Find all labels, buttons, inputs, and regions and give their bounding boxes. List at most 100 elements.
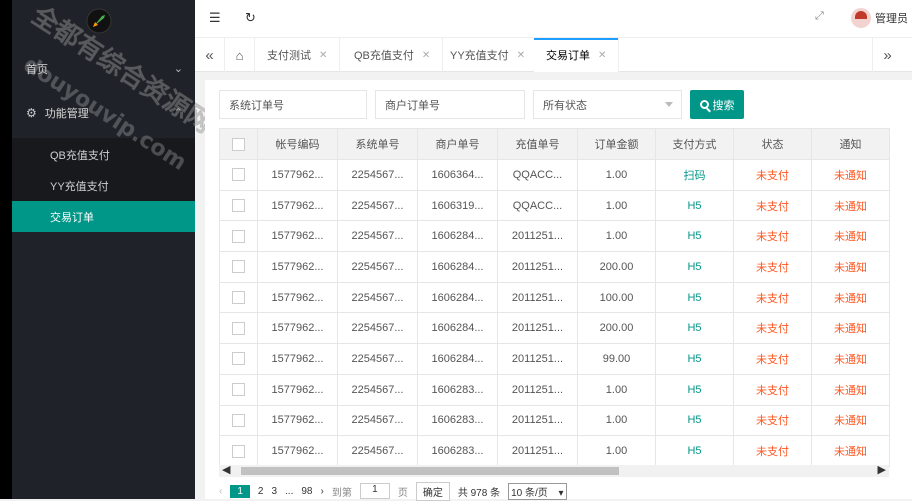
page-last[interactable]: 98 — [301, 486, 312, 497]
table-row[interactable]: 1577962... 2254567... 1606284... 2011251...… — [219, 220, 890, 253]
scroll-left-icon[interactable]: ◀ — [222, 463, 230, 476]
table-cell: 2254567... — [337, 189, 418, 222]
close-icon[interactable]: ✕ — [319, 50, 327, 61]
status-select[interactable]: 所有状态 — [533, 90, 682, 119]
table-row[interactable]: 1577962... 2254567... 1606284... 2011251...… — [219, 281, 890, 314]
table-row[interactable]: 1577962... 2254567... 1606283... 2011251...… — [219, 404, 890, 437]
tabs-scroll-left-icon[interactable]: « — [195, 38, 225, 72]
row-checkbox[interactable] — [219, 404, 258, 437]
refresh-icon[interactable]: ↻ — [245, 10, 256, 26]
status-select-value: 所有状态 — [543, 99, 587, 112]
table-cell: H5 — [655, 281, 734, 314]
column-header[interactable]: 支付方式 — [655, 128, 734, 160]
admin-menu[interactable]: 管理员 — [851, 8, 908, 28]
table-row[interactable]: 1577962... 2254567... 1606284... 2011251...… — [219, 251, 890, 283]
sidebar-item-yy-pay[interactable]: YY充值支付 — [12, 170, 195, 201]
close-icon[interactable]: ✕ — [598, 50, 606, 61]
column-header[interactable]: 系统单号 — [337, 128, 418, 160]
table-cell: 1606283... — [417, 435, 498, 467]
scrollbar-thumb[interactable] — [241, 467, 619, 475]
avatar — [851, 8, 871, 28]
table-cell: 1577962... — [257, 281, 338, 314]
tab-label: QB充值支付 — [354, 50, 414, 62]
system-order-input[interactable]: 系统订单号 — [219, 90, 367, 119]
table-cell: 200.00 — [577, 251, 656, 283]
table-row[interactable]: 1577962... 2254567... 1606319... QQACC... 1.… — [219, 189, 890, 222]
page-size-select[interactable]: 10 条/页 ▾ — [508, 482, 567, 500]
table-row[interactable]: 1577962... 2254567... 1606364... QQACC... 1.… — [219, 159, 890, 191]
table-row[interactable]: 1577962... 2254567... 1606284... 2011251...… — [219, 312, 890, 345]
column-header[interactable]: 状态 — [733, 128, 812, 160]
fullscreen-icon[interactable]: ⤢ — [815, 10, 824, 23]
column-header[interactable]: 充值单号 — [497, 128, 578, 160]
page-link[interactable]: 2 — [258, 486, 264, 497]
chevron-down-icon: ⌄ — [173, 63, 183, 75]
table-cell: 2011251... — [497, 343, 578, 375]
table-cell: 扫码 — [655, 159, 734, 191]
table-cell: 1.00 — [577, 404, 656, 437]
table-row[interactable]: 1577962... 2254567... 1606283... 2011251...… — [219, 373, 890, 406]
row-checkbox[interactable] — [219, 189, 258, 222]
scroll-right-icon[interactable]: ▶ — [878, 463, 886, 476]
horizontal-scrollbar[interactable]: ◀ ▶ — [219, 463, 889, 477]
row-checkbox[interactable] — [219, 220, 258, 253]
tab-yy-pay[interactable]: YY充值支付 ✕ — [438, 38, 539, 72]
home-tab-icon[interactable]: ⌂ — [225, 38, 255, 72]
table-cell: 未通知 — [811, 251, 890, 283]
row-checkbox[interactable] — [219, 435, 258, 467]
row-checkbox[interactable] — [219, 251, 258, 283]
table-cell: 1606284... — [417, 251, 498, 283]
table-cell: 未支付 — [733, 281, 812, 314]
tabs-scroll-right-icon[interactable]: » — [872, 38, 902, 72]
main-content: 系统订单号 商户订单号 所有状态 搜索 帐号编码 系统单号 商户单号 充值单号 … — [205, 80, 912, 501]
row-checkbox[interactable] — [219, 373, 258, 406]
sidebar-item-qb-pay[interactable]: QB充值支付 — [12, 139, 195, 170]
table-cell: 未通知 — [811, 373, 890, 406]
column-header[interactable]: 订单金额 — [577, 128, 656, 160]
table-cell: 1.00 — [577, 373, 656, 406]
table-cell: H5 — [655, 251, 734, 283]
tab-qb-pay[interactable]: QB充值支付 ✕ — [342, 38, 444, 72]
table-cell: 未通知 — [811, 312, 890, 345]
table-cell: 2254567... — [337, 281, 418, 314]
row-checkbox[interactable] — [219, 343, 258, 375]
next-page-icon[interactable]: › — [321, 486, 324, 497]
row-checkbox[interactable] — [219, 159, 258, 191]
table-cell: 未支付 — [733, 312, 812, 345]
tab-pay-test[interactable]: 支付测试 ✕ — [255, 38, 341, 72]
table-cell: 2254567... — [337, 159, 418, 191]
chevron-down-icon — [665, 102, 673, 107]
close-icon[interactable]: ✕ — [422, 50, 430, 61]
page-link[interactable]: 3 — [271, 486, 277, 497]
menu-collapse-icon[interactable]: ☰ — [209, 10, 221, 26]
table-cell: 1577962... — [257, 220, 338, 253]
sidebar-item-orders[interactable]: 交易订单 — [12, 201, 195, 232]
goto-confirm-button[interactable]: 确定 — [415, 481, 450, 501]
table-cell: 1577962... — [257, 159, 338, 191]
column-header[interactable]: 商户单号 — [417, 128, 498, 160]
table-cell: 1606284... — [417, 312, 498, 345]
select-all-checkbox[interactable] — [219, 128, 258, 160]
table-cell: 1606284... — [417, 281, 498, 314]
table-cell: 1606364... — [417, 159, 498, 191]
search-button[interactable]: 搜索 — [690, 90, 744, 119]
table-cell: 未支付 — [733, 159, 812, 191]
table-row[interactable]: 1577962... 2254567... 1606284... 2011251...… — [219, 343, 890, 375]
page-current[interactable]: 1 — [230, 484, 250, 498]
table-row[interactable]: 1577962... 2254567... 1606283... 2011251...… — [219, 435, 890, 467]
table-cell: H5 — [655, 312, 734, 345]
column-header[interactable]: 通知 — [811, 128, 890, 160]
sidebar-item-feature-management[interactable]: ⚙ 功能管理 ⌃ — [12, 98, 195, 128]
table-cell: H5 — [655, 343, 734, 375]
column-header[interactable]: 帐号编码 — [257, 128, 338, 160]
tab-orders[interactable]: 交易订单 ✕ — [534, 38, 620, 72]
merchant-order-input[interactable]: 商户订单号 — [375, 90, 525, 119]
table-cell: 2011251... — [497, 373, 578, 406]
close-icon[interactable]: ✕ — [517, 50, 525, 61]
sidebar-item-home-label: 首页 — [26, 64, 48, 76]
sidebar-item-home[interactable]: 首页 ⌄ — [12, 54, 195, 84]
goto-page-input[interactable]: 1 — [359, 483, 390, 499]
prev-page-icon[interactable]: ‹ — [219, 486, 222, 497]
row-checkbox[interactable] — [219, 312, 258, 345]
row-checkbox[interactable] — [219, 281, 258, 314]
